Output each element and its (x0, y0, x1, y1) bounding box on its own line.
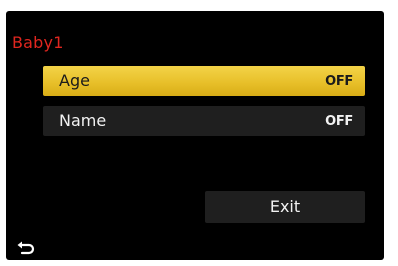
menu-item-name[interactable]: Name OFF (43, 106, 365, 136)
return-arrow-icon[interactable] (16, 240, 36, 256)
menu-item-label: Name (59, 111, 107, 130)
camera-menu-screen: Baby1 Age OFF Name OFF Exit (6, 11, 384, 260)
exit-button[interactable]: Exit (205, 191, 365, 223)
menu-item-label: Age (59, 71, 90, 90)
menu-title: Baby1 (12, 33, 64, 52)
menu-item-value: OFF (325, 74, 353, 89)
menu-item-age[interactable]: Age OFF (43, 66, 365, 96)
menu-item-value: OFF (325, 114, 353, 129)
